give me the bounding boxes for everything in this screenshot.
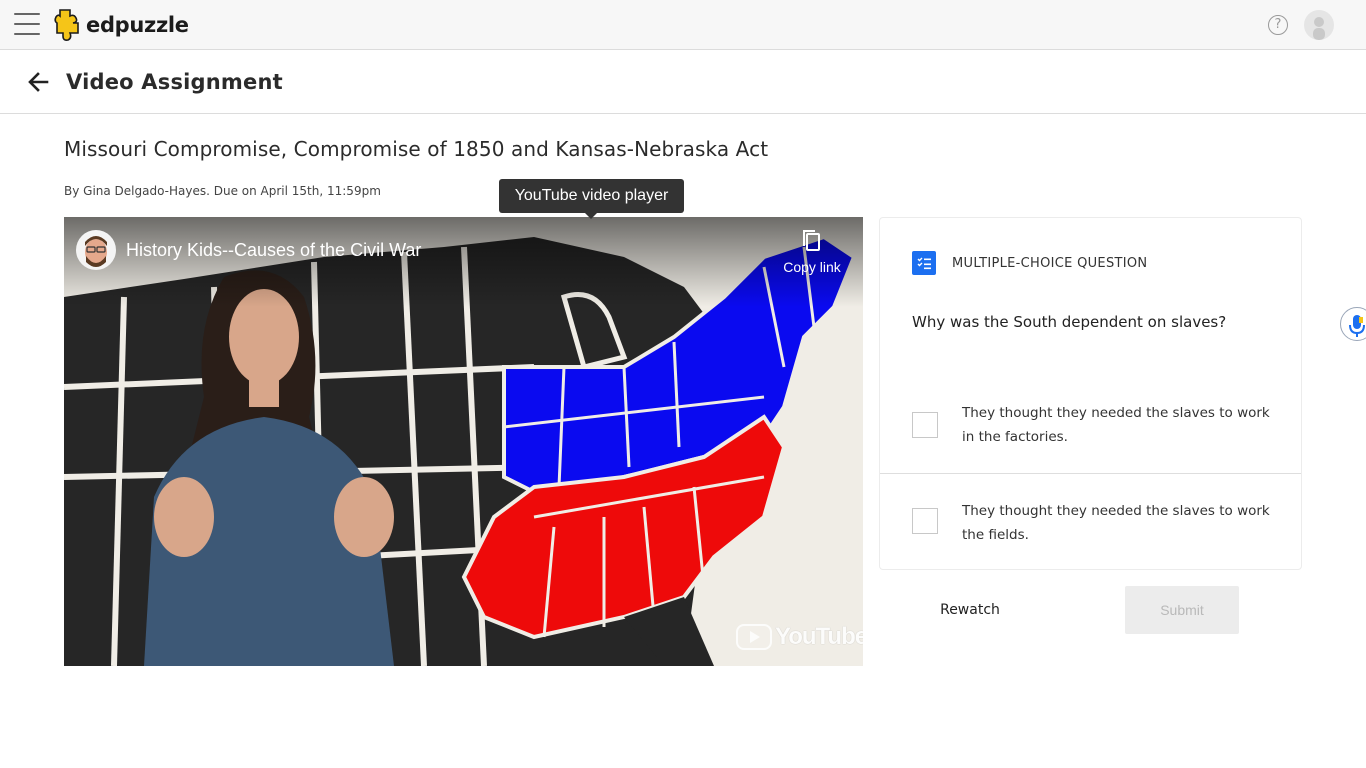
youtube-wordmark: YouTube: [775, 623, 863, 650]
person-silhouette-icon: [1313, 17, 1325, 40]
video-title-shade: [64, 217, 863, 307]
question-panel: MULTIPLE-CHOICE QUESTION Why was the Sou…: [879, 217, 1302, 570]
back-button[interactable]: [26, 70, 50, 94]
arrow-left-icon: [28, 72, 49, 92]
video-title-link[interactable]: History Kids--Causes of the Civil War: [126, 240, 421, 261]
answer-choice-text: They thought they needed the slaves to w…: [962, 503, 1270, 543]
hamburger-menu-icon[interactable]: [14, 13, 40, 37]
page-title: Video Assignment: [66, 70, 283, 94]
answer-checkbox[interactable]: [912, 412, 938, 438]
answer-choice-text: They thought they needed the slaves to w…: [962, 405, 1270, 445]
cartoon-face-icon: [77, 231, 115, 269]
video-player-tooltip: YouTube video player: [499, 179, 684, 213]
microphone-icon: [1349, 315, 1365, 337]
assignment-meta: By Gina Delgado-Hayes. Due on April 15th…: [64, 184, 381, 198]
question-text: Why was the South dependent on slaves?: [912, 313, 1227, 331]
youtube-video-player[interactable]: History Kids--Causes of the Civil War Co…: [64, 217, 863, 666]
user-avatar-icon[interactable]: [1304, 10, 1334, 40]
submit-button[interactable]: Submit: [1125, 586, 1239, 634]
youtube-play-icon: [736, 624, 772, 650]
puzzle-logo-icon: [54, 9, 79, 41]
answer-checkbox[interactable]: [912, 508, 938, 534]
question-mark-icon[interactable]: ?: [1268, 15, 1288, 35]
copy-icon: [803, 230, 820, 251]
tooltip-arrow: [585, 213, 597, 219]
rewatch-button[interactable]: Rewatch: [923, 598, 1017, 622]
copy-link-button[interactable]: Copy link: [780, 229, 844, 277]
answer-choice-2[interactable]: They thought they needed the slaves to w…: [880, 475, 1301, 571]
microphone-button[interactable]: [1340, 307, 1366, 341]
answer-choice-1[interactable]: They thought they needed the slaves to w…: [880, 378, 1301, 474]
assignment-title: Missouri Compromise, Compromise of 1850 …: [64, 137, 769, 161]
copy-link-label: Copy link: [783, 259, 841, 275]
brand-name: edpuzzle: [86, 13, 189, 37]
page-header: Video Assignment: [0, 50, 1366, 114]
channel-avatar[interactable]: [76, 230, 116, 270]
checklist-icon: [912, 251, 936, 275]
top-navbar: edpuzzle ?: [0, 0, 1366, 50]
youtube-logo-link[interactable]: YouTube: [736, 623, 863, 651]
question-type-label: MULTIPLE-CHOICE QUESTION: [952, 256, 1148, 271]
edpuzzle-logo[interactable]: edpuzzle: [54, 8, 189, 42]
